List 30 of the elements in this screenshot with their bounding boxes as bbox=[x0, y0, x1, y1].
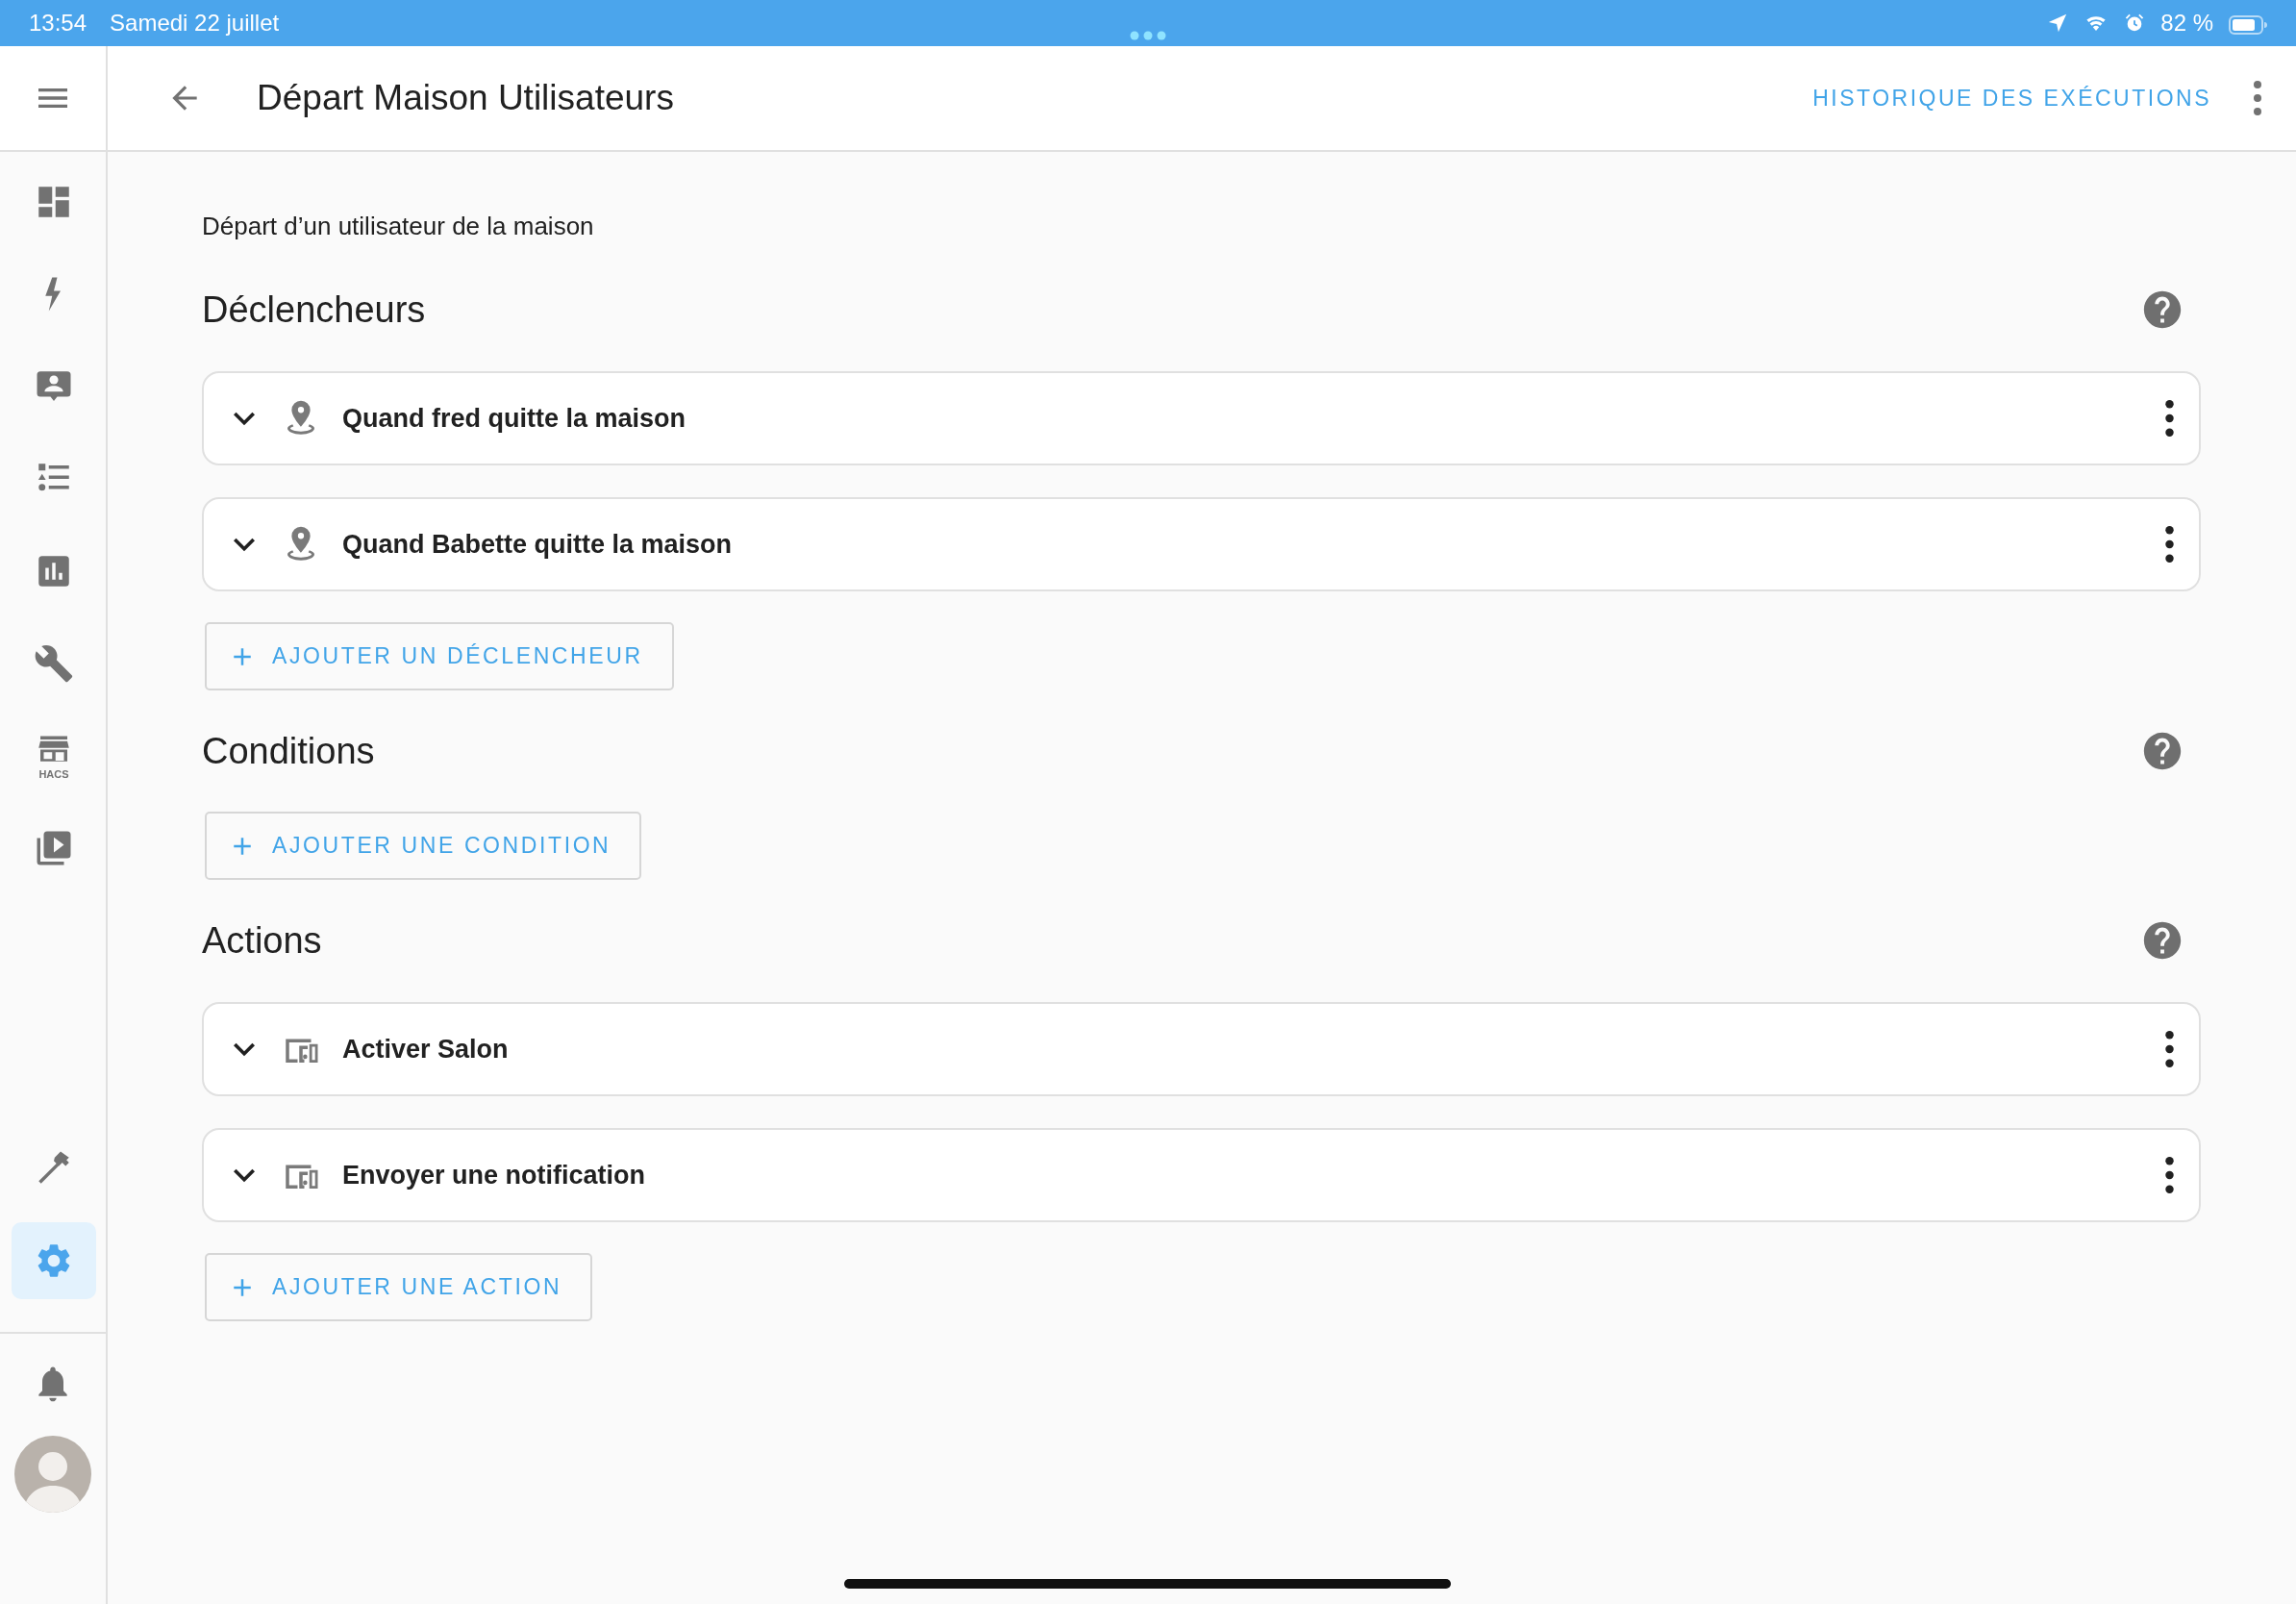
section-heading: Conditions bbox=[202, 729, 375, 773]
history-link[interactable]: HISTORIQUE DES EXÉCUTIONS bbox=[1799, 73, 2225, 123]
automation-description: Départ d’un utilisateur de la maison bbox=[202, 211, 595, 242]
location-arrow-icon bbox=[2047, 13, 2069, 34]
section-heading: Déclencheurs bbox=[202, 288, 426, 332]
rule-title: Quand fred quitte la maison bbox=[342, 402, 686, 435]
more-icon bbox=[2165, 400, 2174, 437]
sidebar-item[interactable]: HACS bbox=[12, 717, 96, 794]
rule-card[interactable]: Activer Salon bbox=[202, 1002, 2201, 1096]
add-button[interactable]: AJOUTER UNE ACTION bbox=[205, 1253, 593, 1321]
rule-card[interactable]: Envoyer une notification bbox=[202, 1128, 2201, 1222]
rule-title: Envoyer une notification bbox=[342, 1159, 646, 1191]
page-title: Départ Maison Utilisateurs bbox=[257, 77, 674, 120]
status-time: 13:54 bbox=[29, 9, 87, 38]
section-heading: Actions bbox=[202, 918, 322, 963]
more-icon bbox=[2165, 526, 2174, 563]
rule-title: Quand Babette quitte la maison bbox=[342, 528, 733, 561]
battery-icon bbox=[2229, 14, 2267, 35]
rule-card[interactable]: Quand Babette quitte la maison bbox=[202, 497, 2201, 591]
wrench-icon bbox=[34, 643, 74, 684]
more-icon bbox=[2254, 81, 2261, 115]
rule-card[interactable]: Quand fred quitte la maison bbox=[202, 371, 2201, 465]
add-button[interactable]: AJOUTER UNE CONDITION bbox=[205, 812, 642, 880]
status-date: Samedi 22 juillet bbox=[110, 9, 280, 38]
more-icon bbox=[2165, 1031, 2174, 1067]
more-icon bbox=[2165, 1157, 2174, 1193]
rule-title: Activer Salon bbox=[342, 1033, 509, 1065]
battery-percent: 82 % bbox=[2160, 9, 2213, 38]
alarm-icon bbox=[2124, 13, 2146, 34]
add-button[interactable]: AJOUTER UN DÉCLENCHEUR bbox=[205, 622, 674, 690]
